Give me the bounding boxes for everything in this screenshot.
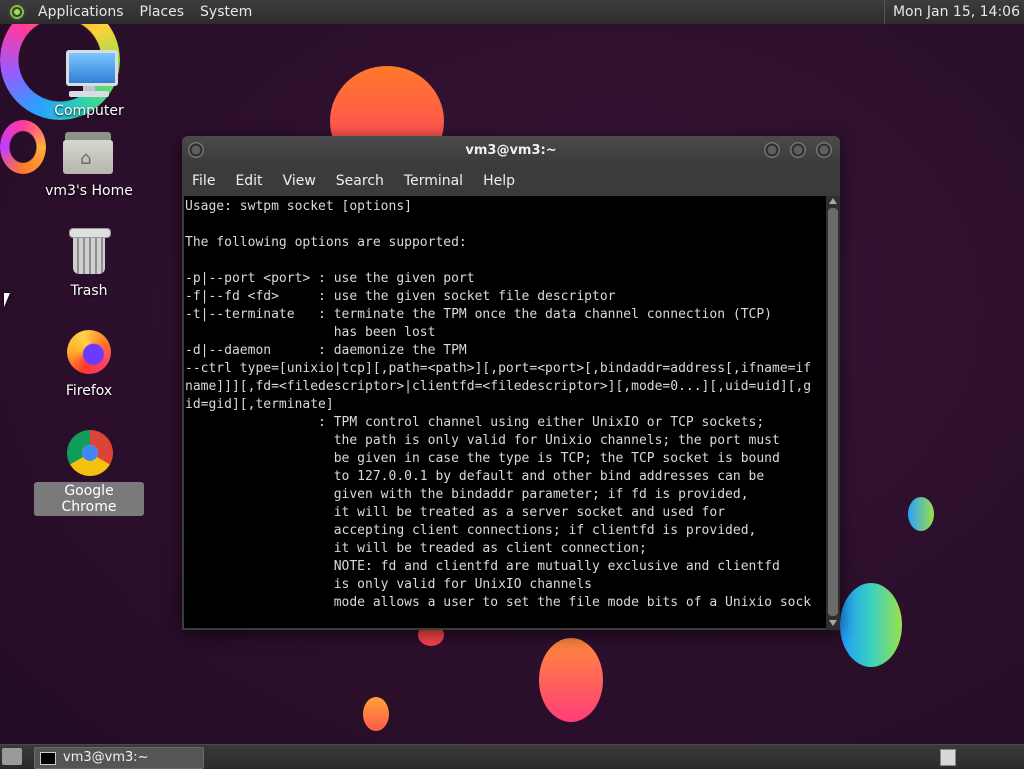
menu-terminal[interactable]: Terminal [394, 166, 473, 196]
minimize-button[interactable] [764, 142, 780, 158]
desktop-icon-label: Firefox [65, 383, 113, 399]
wallpaper-blue-green-blob [840, 583, 902, 667]
window-title: vm3@vm3:~ [465, 143, 557, 158]
desktop-icon-home[interactable]: ⌂ vm3's Home [34, 126, 144, 200]
places-menu[interactable]: Places [132, 0, 193, 24]
top-panel: Applications Places System Mon Jan 15, 1… [0, 0, 1024, 24]
menu-file[interactable]: File [182, 166, 225, 196]
scroll-down-arrow-icon[interactable] [829, 620, 837, 626]
panel-clock[interactable]: Mon Jan 15, 14:06 [883, 0, 1020, 24]
scroll-up-arrow-icon[interactable] [829, 198, 837, 204]
desktop-icon-computer[interactable]: Computer [34, 46, 144, 120]
terminal-icon [40, 752, 56, 765]
terminal-output-area[interactable]: Usage: swtpm socket [options] The follow… [184, 196, 826, 628]
show-desktop-icon[interactable] [2, 748, 22, 765]
menu-view[interactable]: View [273, 166, 326, 196]
taskbar-terminal-button[interactable]: vm3@vm3:~ [34, 747, 204, 769]
terminal-output-text: Usage: swtpm socket [options] The follow… [184, 196, 826, 628]
system-menu[interactable]: System [192, 0, 260, 24]
desktop-icon-chrome[interactable]: Google Chrome [34, 426, 144, 516]
desktop-icon-label: Computer [54, 103, 124, 119]
desktop-icon-label: Google Chrome [34, 482, 144, 516]
scrollbar-thumb[interactable] [828, 208, 838, 616]
bottom-panel: vm3@vm3:~ [0, 744, 1024, 769]
terminal-window[interactable]: vm3@vm3:~ File Edit View Search Terminal… [182, 136, 840, 630]
menu-search[interactable]: Search [326, 166, 394, 196]
maximize-button[interactable] [790, 142, 806, 158]
firefox-icon [63, 326, 115, 378]
terminal-menu-bar: File Edit View Search Terminal Help [182, 166, 840, 196]
desktop-icon-label: Trash [70, 283, 108, 299]
wallpaper-small-orange-blob [363, 697, 389, 731]
mouse-pointer-icon [4, 293, 10, 307]
close-button[interactable] [816, 142, 832, 158]
window-titlebar[interactable]: vm3@vm3:~ [182, 136, 840, 166]
trash-icon [63, 226, 115, 278]
terminal-scrollbar[interactable] [826, 196, 840, 630]
menu-help[interactable]: Help [473, 166, 525, 196]
workspace-switcher[interactable] [940, 749, 956, 766]
applications-menu-icon[interactable] [8, 3, 26, 21]
taskbar-label: vm3@vm3:~ [63, 750, 149, 765]
desktop-icon-label: vm3's Home [45, 183, 133, 199]
desktop-icon-firefox[interactable]: Firefox [34, 326, 144, 400]
wallpaper-pink-blob [539, 638, 603, 722]
wallpaper-small-blue-blob [908, 497, 934, 531]
computer-icon [63, 46, 118, 98]
chrome-icon [63, 426, 115, 478]
applications-menu[interactable]: Applications [30, 0, 132, 24]
desktop-icon-trash[interactable]: Trash [34, 226, 144, 300]
menu-edit[interactable]: Edit [225, 166, 272, 196]
home-folder-icon: ⌂ [63, 126, 115, 178]
